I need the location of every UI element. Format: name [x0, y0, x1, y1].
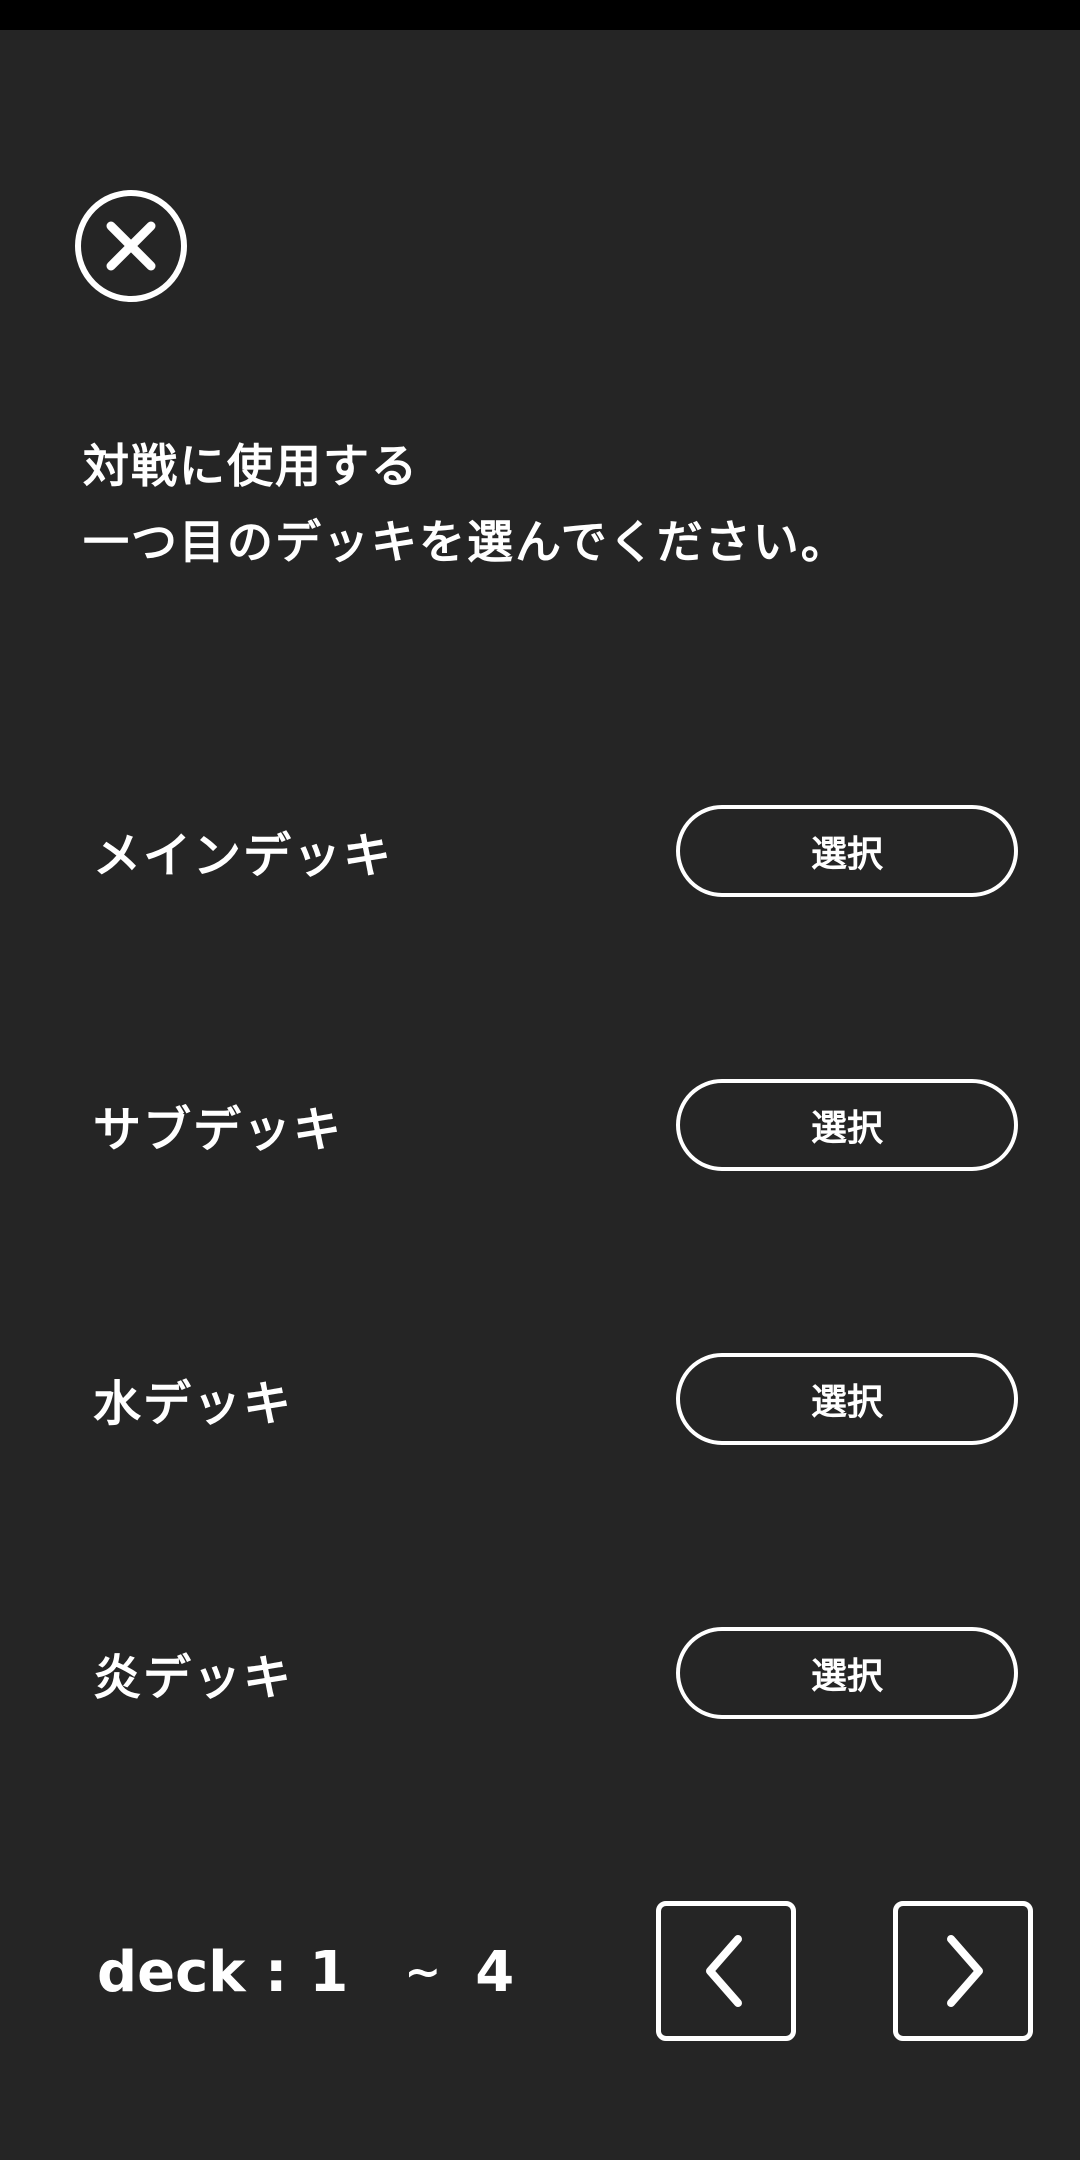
- next-page-button[interactable]: [893, 1901, 1033, 2041]
- deck-range-start: 1: [309, 1940, 349, 2005]
- deck-name: サブデッキ: [93, 1102, 344, 1158]
- page-title: 対戦に使用する 一つ目のデッキを選んでください。: [83, 428, 1043, 580]
- prev-page-button[interactable]: [656, 1901, 796, 2041]
- deck-name: 水デッキ: [93, 1376, 294, 1432]
- page-title-line-2: 一つ目のデッキを選んでください。: [83, 515, 849, 569]
- deck-row-main: メインデッキ 選択: [0, 801, 1080, 901]
- deck-select-screen: 対戦に使用する 一つ目のデッキを選んでください。 メインデッキ 選択 サブデッキ…: [0, 30, 1080, 2160]
- select-button-main-deck[interactable]: 選択: [676, 805, 1018, 897]
- close-button[interactable]: [75, 190, 187, 302]
- status-bar: [0, 0, 1080, 30]
- deck-range-indicator: deck : 1 ~ 4: [97, 1940, 514, 2005]
- select-button-sub-deck[interactable]: 選択: [676, 1079, 1018, 1171]
- deck-name: メインデッキ: [93, 828, 394, 884]
- deck-range-prefix: deck :: [97, 1940, 288, 2005]
- deck-range-end: 4: [475, 1940, 515, 2005]
- close-icon: [106, 221, 156, 271]
- deck-row-fire: 炎デッキ 選択: [0, 1623, 1080, 1723]
- deck-row-sub: サブデッキ 選択: [0, 1075, 1080, 1175]
- select-button-fire-deck[interactable]: 選択: [676, 1627, 1018, 1719]
- deck-row-water: 水デッキ 選択: [0, 1349, 1080, 1449]
- deck-range-separator: ~: [404, 1947, 442, 1998]
- page-title-line-1: 対戦に使用する: [83, 439, 419, 493]
- select-button-water-deck[interactable]: 選択: [676, 1353, 1018, 1445]
- chevron-right-icon: [947, 1935, 983, 2007]
- deck-name: 炎デッキ: [93, 1650, 294, 1706]
- chevron-left-icon: [706, 1935, 742, 2007]
